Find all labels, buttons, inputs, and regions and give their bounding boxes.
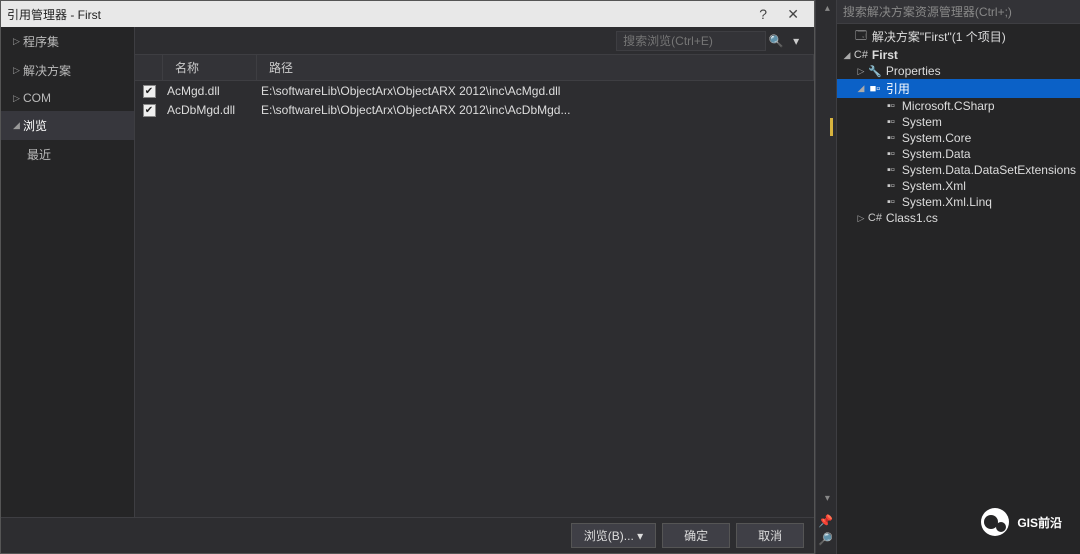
tree-project[interactable]: ◢ C# First [837, 47, 1080, 63]
tree-label: Class1.cs [886, 211, 938, 225]
ref-path: E:\softwareLib\ObjectArx\ObjectARX 2012\… [257, 84, 814, 98]
help-icon[interactable]: ? [748, 6, 778, 22]
chevron-right-icon: ▷ [855, 66, 867, 77]
assembly-icon: ▪▫ [883, 148, 899, 160]
sidebar-label: 解决方案 [23, 62, 71, 79]
ref-path: E:\softwareLib\ObjectArx\ObjectARX 2012\… [257, 103, 814, 117]
assembly-icon: ▪▫ [883, 196, 899, 208]
assembly-icon: ▪▫ [883, 180, 899, 192]
search-icon[interactable]: 🔍 [766, 34, 786, 48]
chevron-down-icon: ◢ [855, 83, 867, 94]
dialog-title: 引用管理器 - First [7, 6, 748, 23]
tree-ref-item[interactable]: ▪▫ System.Core [837, 130, 1080, 146]
tree-label: System.Data.DataSetExtensions [902, 163, 1076, 177]
tree-label: Microsoft.CSharp [902, 99, 995, 113]
sidebar-item-assemblies[interactable]: ▷ 程序集 [1, 27, 134, 56]
tree-label: First [872, 48, 898, 62]
dialog-footer: 浏览(B)... ▾ 确定 取消 [1, 517, 814, 553]
assembly-icon: ▪▫ [883, 164, 899, 176]
tree-label: 解决方案"First"(1 个项目) [872, 28, 1006, 45]
assembly-icon: ▪▫ [883, 116, 899, 128]
chevron-right-icon: ▷ [13, 36, 23, 47]
tree-label: System [902, 115, 942, 129]
explorer-search[interactable]: 搜索解决方案资源管理器(Ctrl+;) [837, 0, 1080, 24]
editor-gutter: ▴ ▾ 📌 🔎 [815, 0, 837, 554]
ref-name: AcMgd.dll [163, 84, 257, 98]
close-icon[interactable]: ✕ [778, 6, 808, 23]
chevron-right-icon: ▷ [13, 93, 23, 104]
chevron-down-icon: ◢ [841, 50, 853, 61]
tree-ref-item[interactable]: ▪▫ System.Data.DataSetExtensions [837, 162, 1080, 178]
pin-icon[interactable]: 📌 [818, 514, 833, 528]
tree-label: System.Xml [902, 179, 966, 193]
dialog-titlebar[interactable]: 引用管理器 - First ? ✕ [1, 1, 814, 27]
chevron-right-icon: ▷ [855, 213, 867, 224]
tree-label: Properties [886, 64, 941, 78]
solution-icon: 🗔 [853, 27, 869, 46]
sidebar-label: COM [23, 91, 51, 105]
assembly-icon: ▪▫ [883, 132, 899, 144]
tree-solution[interactable]: 🗔 解决方案"First"(1 个项目) [837, 26, 1080, 47]
reference-list: 名称 路径 ✔ AcMgd.dll E:\softwareLib\ObjectA… [135, 55, 814, 517]
ref-name: AcDbMgd.dll [163, 103, 257, 117]
tree-class-file[interactable]: ▷ C# Class1.cs [837, 210, 1080, 226]
scroll-up-icon[interactable]: ▴ [825, 3, 830, 14]
sidebar-label: 浏览 [23, 117, 47, 134]
sidebar-label: 程序集 [23, 33, 59, 50]
tree-ref-item[interactable]: ▪▫ System.Data [837, 146, 1080, 162]
tree-label: System.Core [902, 131, 971, 145]
reference-manager-dialog: 引用管理器 - First ? ✕ ▷ 程序集 ▷ 解决方案 ▷ COM [0, 0, 815, 554]
wrench-icon: 🔧 [867, 65, 883, 78]
tree-label: 引用 [886, 80, 910, 97]
tree-ref-item[interactable]: ▪▫ System.Xml.Linq [837, 194, 1080, 210]
col-path[interactable]: 路径 [257, 55, 814, 80]
sidebar-item-solution[interactable]: ▷ 解决方案 [1, 56, 134, 85]
tree-references[interactable]: ◢ ■▫ 引用 [837, 79, 1080, 98]
ok-button[interactable]: 确定 [662, 523, 730, 548]
list-row[interactable]: ✔ AcMgd.dll E:\softwareLib\ObjectArx\Obj… [135, 81, 814, 100]
chevron-right-icon: ▷ [13, 65, 23, 76]
search-input[interactable] [616, 31, 766, 51]
checkbox-icon[interactable]: ✔ [143, 104, 156, 117]
tree-ref-item[interactable]: ▪▫ System [837, 114, 1080, 130]
checkbox-icon[interactable]: ✔ [143, 85, 156, 98]
references-icon: ■▫ [867, 83, 883, 95]
sidebar-label: 最近 [27, 146, 51, 163]
sidebar-item-recent[interactable]: 最近 [1, 140, 134, 169]
col-name[interactable]: 名称 [163, 55, 257, 80]
csharp-project-icon: C# [853, 49, 869, 61]
dialog-sidebar: ▷ 程序集 ▷ 解决方案 ▷ COM ◢ 浏览 最近 [1, 27, 135, 517]
tree-label: System.Data [902, 147, 971, 161]
sidebar-item-browse[interactable]: ◢ 浏览 [1, 111, 134, 140]
search-placeholder: 搜索解决方案资源管理器(Ctrl+;) [843, 3, 1012, 20]
dropdown-icon: ▾ [637, 529, 643, 543]
search-icon[interactable]: 🔎 [818, 532, 833, 546]
csharp-file-icon: C# [867, 212, 883, 224]
solution-explorer: 搜索解决方案资源管理器(Ctrl+;) 🗔 解决方案"First"(1 个项目)… [837, 0, 1080, 554]
change-marker [830, 118, 833, 136]
col-check[interactable] [135, 55, 163, 80]
tree-properties[interactable]: ▷ 🔧 Properties [837, 63, 1080, 79]
search-dropdown-icon[interactable]: ▾ [786, 34, 806, 48]
cancel-button[interactable]: 取消 [736, 523, 804, 548]
list-row[interactable]: ✔ AcDbMgd.dll E:\softwareLib\ObjectArx\O… [135, 100, 814, 119]
list-header: 名称 路径 [135, 55, 814, 81]
tree-ref-item[interactable]: ▪▫ System.Xml [837, 178, 1080, 194]
sidebar-item-com[interactable]: ▷ COM [1, 85, 134, 111]
tree-label: System.Xml.Linq [902, 195, 992, 209]
assembly-icon: ▪▫ [883, 100, 899, 112]
scroll-down-icon[interactable]: ▾ [825, 493, 830, 504]
chevron-down-icon: ◢ [13, 120, 23, 131]
tree-ref-item[interactable]: ▪▫ Microsoft.CSharp [837, 98, 1080, 114]
solution-tree: 🗔 解决方案"First"(1 个项目) ◢ C# First ▷ 🔧 Prop… [837, 24, 1080, 554]
browse-button[interactable]: 浏览(B)... ▾ [571, 523, 656, 548]
